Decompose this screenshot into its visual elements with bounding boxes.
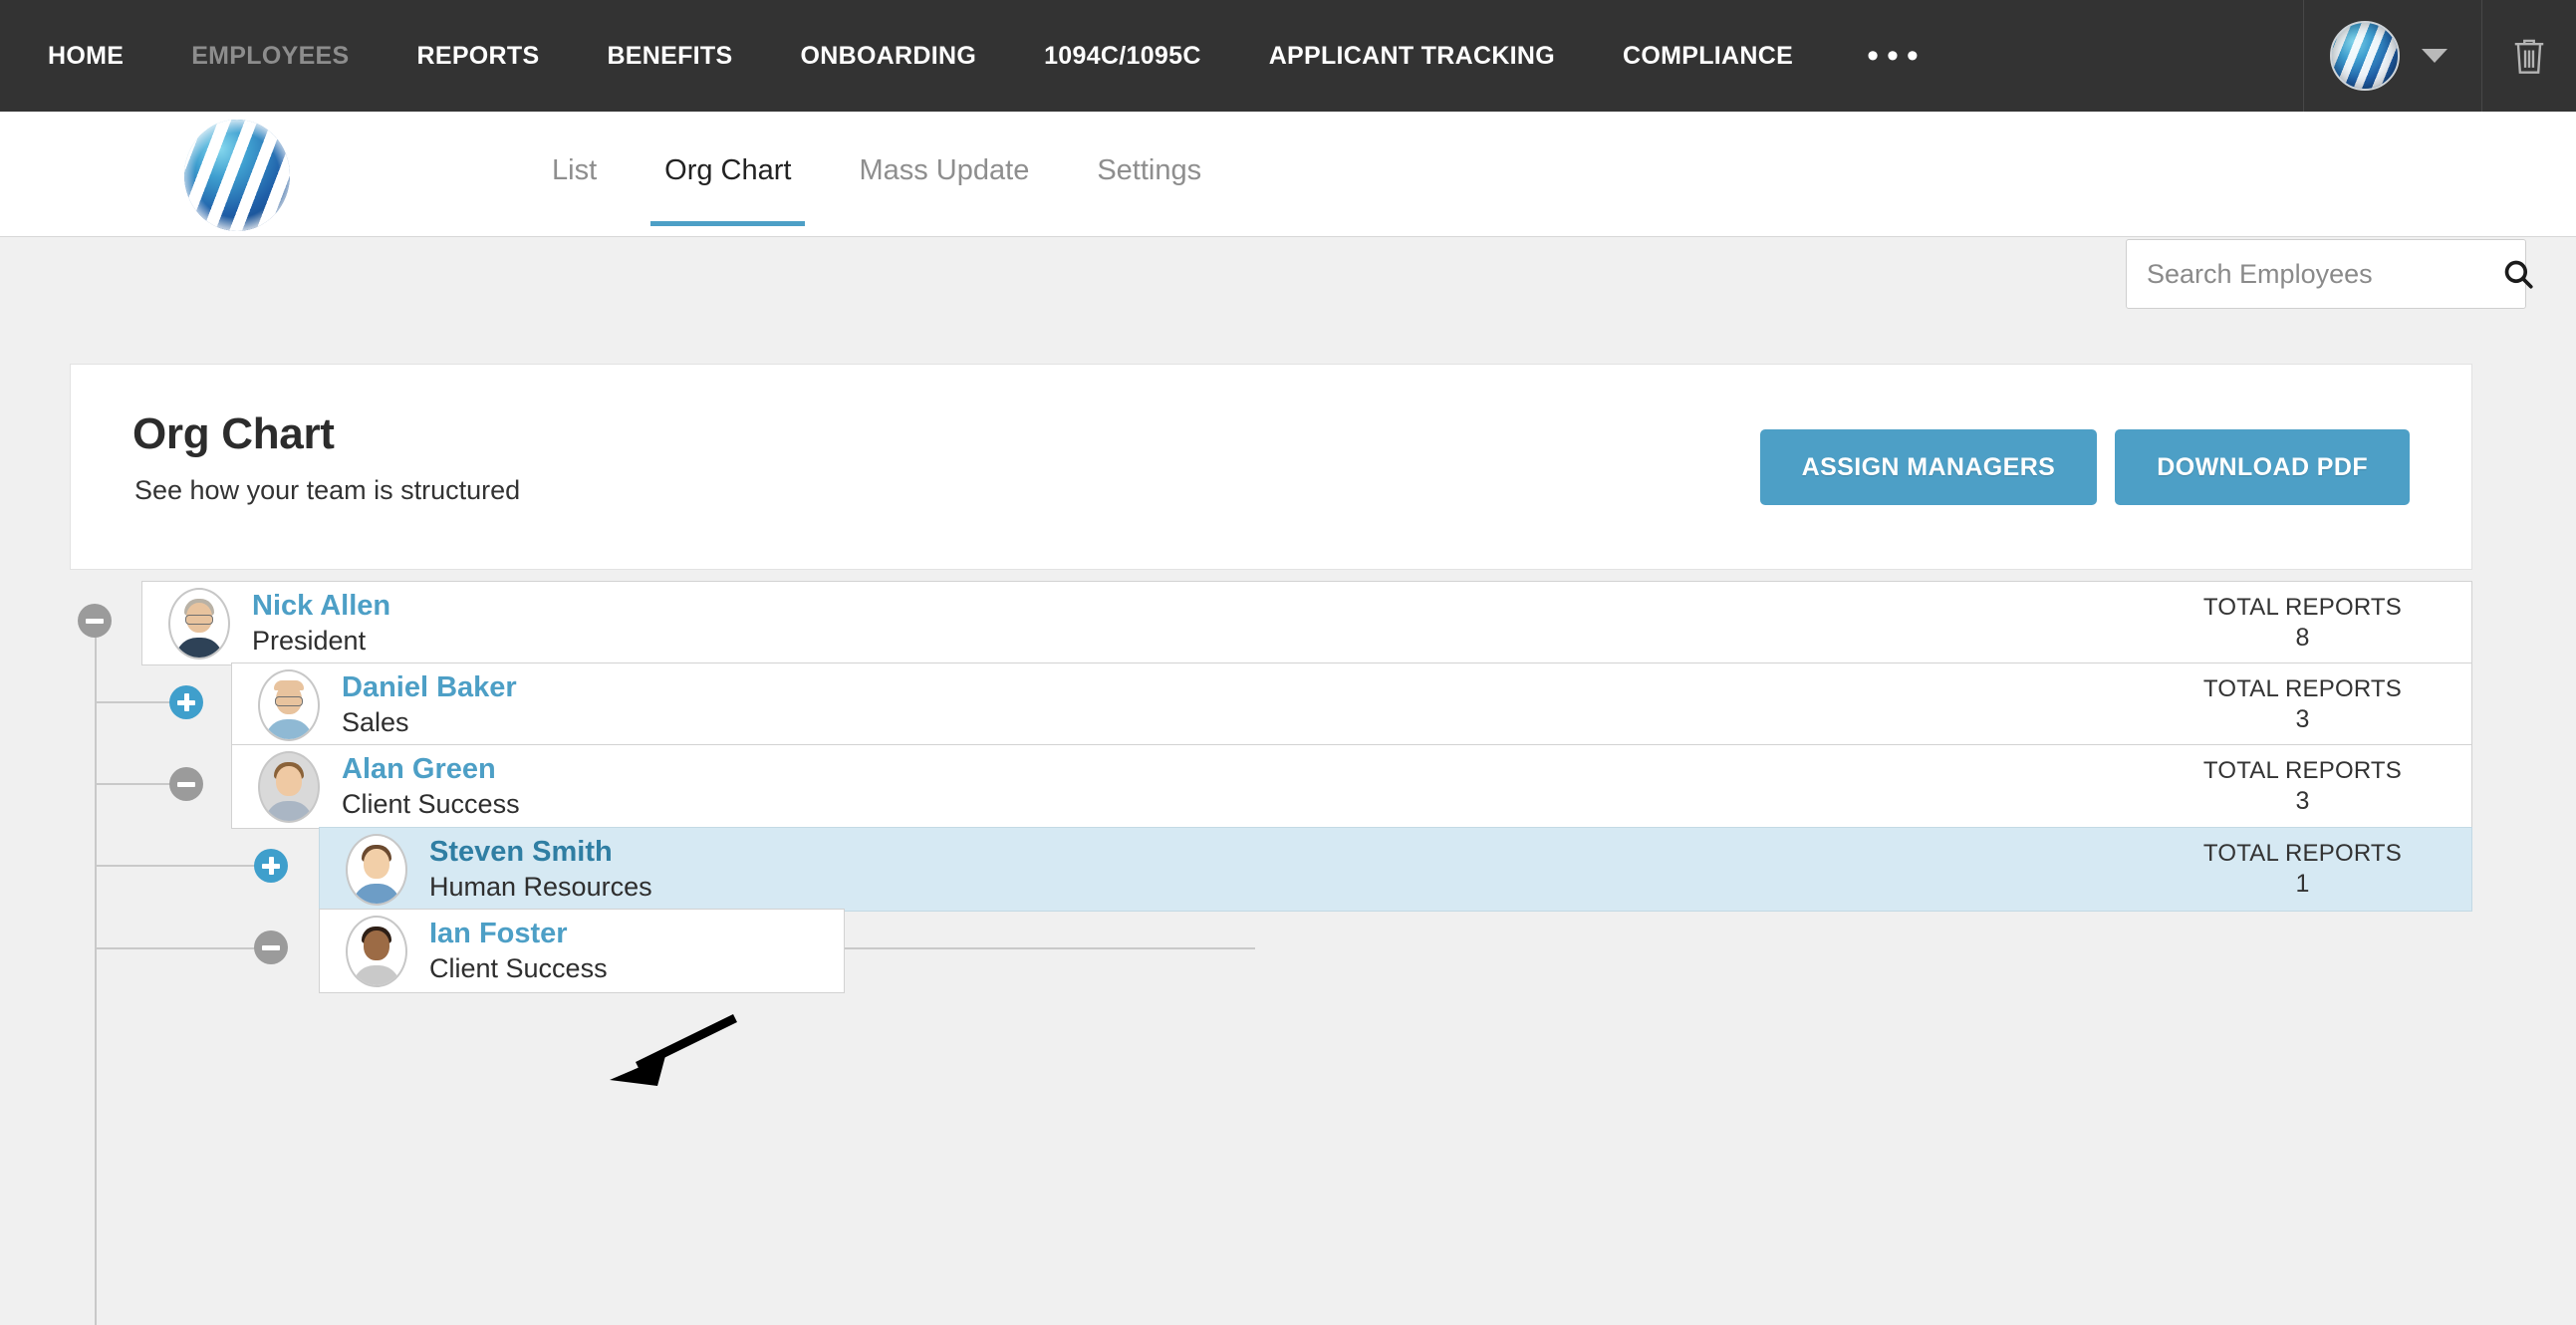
subheader-tabs: List Org Chart Mass Update Settings: [518, 112, 1235, 236]
nav-item-home[interactable]: HOME: [14, 0, 157, 112]
search-employees-box[interactable]: [2126, 239, 2533, 309]
company-logo: [184, 120, 290, 231]
toggle-collapse-nick-allen[interactable]: [78, 604, 112, 638]
total-reports-count: 1: [2295, 869, 2310, 898]
total-reports-count: 8: [2295, 623, 2310, 652]
total-reports-label: TOTAL REPORTS: [2202, 757, 2402, 785]
trash-icon[interactable]: [2482, 34, 2576, 78]
total-reports-label: TOTAL REPORTS: [2202, 594, 2402, 622]
total-reports: TOTAL REPORTS 8: [2203, 594, 2402, 653]
glasses-icon: [275, 695, 303, 706]
search-input[interactable]: [2127, 257, 2501, 291]
tree-trunk-line: [95, 628, 97, 1325]
total-reports-count: 3: [2295, 704, 2310, 733]
nav-item-compliance[interactable]: COMPLIANCE: [1589, 0, 1827, 112]
total-reports-count: 3: [2295, 786, 2310, 815]
glasses-icon: [185, 614, 213, 625]
tree-branch-line: [95, 865, 274, 867]
employee-name-link[interactable]: Alan Green: [342, 752, 520, 787]
avatar-body: [353, 883, 400, 904]
total-reports-label: TOTAL REPORTS: [2202, 675, 2402, 703]
toggle-collapse-alan-green[interactable]: [169, 767, 203, 801]
assign-managers-button[interactable]: ASSIGN MANAGERS: [1759, 429, 2098, 505]
total-reports-label: TOTAL REPORTS: [2202, 840, 2402, 868]
employee-title: Human Resources: [429, 871, 652, 902]
avatar-body: [353, 964, 400, 985]
minus-icon: [86, 618, 104, 624]
nav-item-applicant-tracking[interactable]: APPLICANT TRACKING: [1235, 0, 1589, 112]
avatar-head: [276, 765, 302, 796]
search-icon[interactable]: [2501, 257, 2535, 291]
avatar-body: [265, 718, 313, 739]
toggle-collapse-ian-foster[interactable]: [254, 930, 288, 964]
card-action-buttons: ASSIGN MANAGERS DOWNLOAD PDF: [1759, 429, 2410, 505]
tab-mass-update[interactable]: Mass Update: [825, 112, 1063, 236]
org-node-text: Ian Foster Client Success: [429, 917, 608, 984]
minus-icon: [262, 944, 280, 950]
nav-item-benefits[interactable]: BENEFITS: [573, 0, 766, 112]
nav-item-onboarding[interactable]: ONBOARDING: [766, 0, 1010, 112]
org-node-row[interactable]: Daniel Baker Sales TOTAL REPORTS 3: [231, 662, 2472, 747]
avatar-body: [175, 637, 223, 658]
chevron-down-icon[interactable]: [2422, 49, 2447, 63]
org-node-row-selected[interactable]: Steven Smith Human Resources TOTAL REPOR…: [319, 827, 2472, 912]
employee-title: President: [252, 625, 367, 656]
tab-org-chart[interactable]: Org Chart: [631, 112, 825, 236]
org-node-text: Alan Green Client Success: [342, 752, 520, 820]
nav-item-employees[interactable]: EMPLOYEES: [157, 0, 383, 112]
avatar-body: [265, 800, 313, 821]
tab-settings[interactable]: Settings: [1063, 112, 1235, 236]
minus-icon: [177, 781, 195, 787]
nav-item-1094c-1095c[interactable]: 1094C/1095C: [1010, 0, 1235, 112]
employee-name-link[interactable]: Steven Smith: [429, 835, 652, 870]
total-reports: TOTAL REPORTS 3: [2203, 675, 2402, 734]
org-node-row[interactable]: Alan Green Client Success TOTAL REPORTS …: [231, 744, 2472, 829]
org-node-text: Nick Allen President: [252, 589, 390, 657]
toggle-expand-daniel-baker[interactable]: [169, 685, 203, 719]
avatar: [346, 915, 407, 987]
nav-overflow-menu-icon[interactable]: •••: [1827, 6, 1966, 106]
org-node-row[interactable]: Nick Allen President TOTAL REPORTS 8: [141, 581, 2472, 665]
tab-list[interactable]: List: [518, 112, 631, 236]
org-node-text: Steven Smith Human Resources: [429, 835, 652, 903]
employee-name-link[interactable]: Nick Allen: [252, 589, 390, 624]
top-nav-right-cluster: [2303, 0, 2576, 112]
avatar: [258, 750, 320, 823]
page-title: Org Chart: [132, 409, 335, 458]
avatar-head: [364, 848, 389, 879]
employee-name-link[interactable]: Ian Foster: [429, 917, 608, 951]
org-chart-header-card: Org Chart See how your team is structure…: [70, 364, 2472, 570]
avatar: [346, 833, 407, 906]
plus-icon-vertical: [183, 693, 189, 711]
plus-icon-vertical: [268, 857, 274, 875]
top-nav-items: HOME EMPLOYEES REPORTS BENEFITS ONBOARDI…: [0, 0, 1966, 112]
avatar: [168, 587, 230, 660]
tree-branch-line: [95, 947, 274, 949]
user-avatar[interactable]: [2330, 21, 2400, 91]
employee-title: Client Success: [429, 952, 608, 983]
org-node-text: Daniel Baker Sales: [342, 670, 517, 738]
employee-name-link[interactable]: Daniel Baker: [342, 670, 517, 705]
avatar: [258, 668, 320, 741]
employee-title: Client Success: [342, 788, 520, 819]
toggle-expand-steven-smith[interactable]: [254, 849, 288, 883]
avatar-head: [364, 929, 389, 960]
nav-item-reports[interactable]: REPORTS: [384, 0, 574, 112]
org-chart-tree: Nick Allen President TOTAL REPORTS 8 Dan…: [0, 581, 2576, 1325]
org-node-row[interactable]: Ian Foster Client Success: [319, 909, 845, 993]
top-navigation-bar: HOME EMPLOYEES REPORTS BENEFITS ONBOARDI…: [0, 0, 2576, 112]
total-reports: TOTAL REPORTS 3: [2203, 757, 2402, 816]
employees-subheader: List Org Chart Mass Update Settings: [0, 112, 2576, 309]
employee-title: Sales: [342, 706, 409, 737]
page-subtitle: See how your team is structured: [134, 475, 521, 505]
download-pdf-button[interactable]: DOWNLOAD PDF: [2115, 429, 2410, 505]
nav-divider: [2303, 0, 2304, 112]
total-reports: TOTAL REPORTS 1: [2203, 840, 2402, 899]
